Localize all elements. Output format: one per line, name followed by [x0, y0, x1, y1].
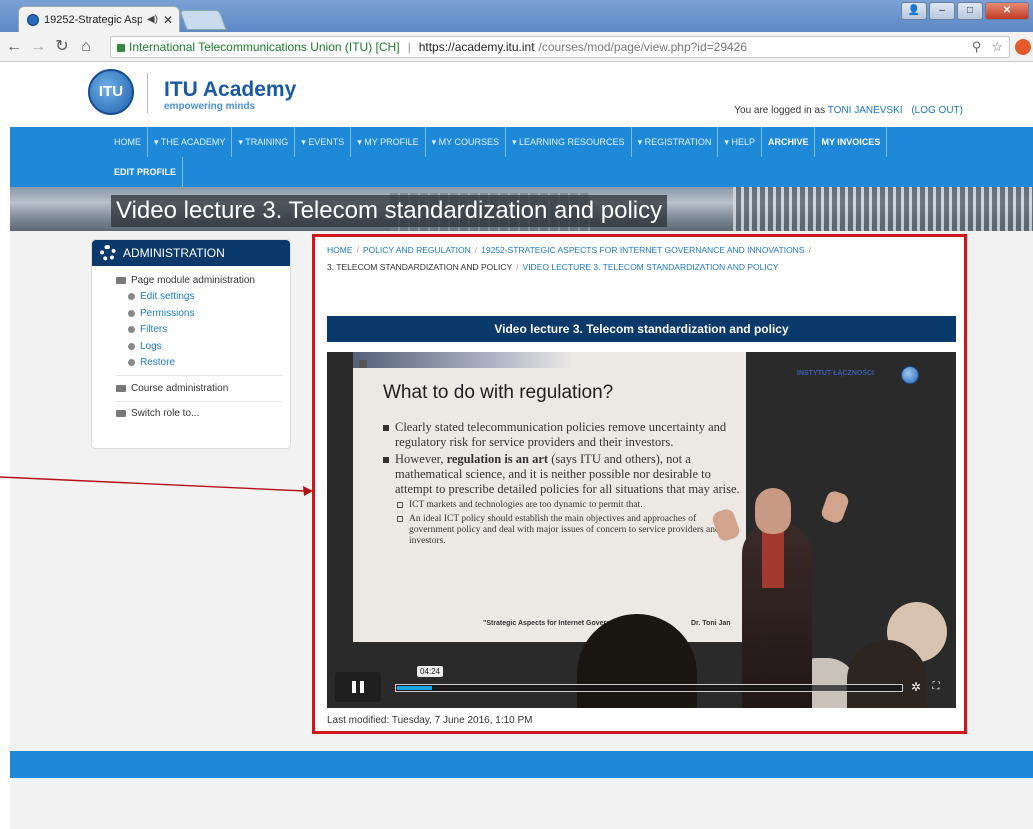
reload-icon[interactable]: ↻ [52, 37, 72, 57]
lock-icon [117, 44, 125, 52]
restore-icon [128, 359, 135, 367]
video-title: Video lecture 3. Telecom standardization… [327, 316, 956, 342]
permissions-icon [128, 309, 135, 317]
username-link[interactable]: TONI JANEVSKI [828, 105, 903, 116]
login-info: You are logged in as TONI JANEVSKI (LOG … [734, 105, 963, 116]
settings-gear-icon[interactable]: ✲ [909, 680, 923, 694]
browser-toolbar: ← → ↻ ⌂ International Telecommunications… [0, 32, 1033, 62]
admin-link-logs[interactable]: Logs [116, 338, 290, 355]
tab-title: 19252-Strategic Aspe [44, 13, 142, 26]
breadcrumb-home[interactable]: HOME [327, 245, 353, 255]
breadcrumb-course[interactable]: 19252-STRATEGIC ASPECTS FOR INTERNET GOV… [481, 245, 804, 255]
site-tagline: empowering minds [164, 101, 256, 112]
edit-settings-icon [128, 293, 135, 301]
itu-mini-logo [901, 366, 919, 384]
course-admin[interactable]: Course administration [116, 380, 290, 397]
administration-header[interactable]: ADMINISTRATION [92, 240, 290, 266]
page-module-admin[interactable]: Page module administration [116, 272, 290, 289]
breadcrumb-current: VIDEO LECTURE 3. TELECOM STANDARDIZATION… [522, 262, 779, 272]
site-header: ITU ITU Academy empowering minds You are… [0, 63, 1033, 127]
breadcrumb: HOME / POLICY AND REGULATION/19252-STRATEG… [327, 245, 811, 272]
administration-block: ADMINISTRATION Page module administratio… [91, 239, 291, 449]
itu-logo[interactable]: ITU [88, 69, 134, 115]
browser-tab[interactable]: 19252-Strategic Aspe ◀︎) ✕ [18, 6, 180, 32]
slide-heading: What to do with regulation? [383, 382, 614, 403]
new-tab-button[interactable] [179, 10, 227, 30]
folder-icon [116, 384, 126, 392]
nav-item-0[interactable]: HOME [108, 127, 148, 157]
breadcrumb-section[interactable]: 3. TELECOM STANDARDIZATION AND POLICY [327, 262, 512, 272]
fullscreen-icon[interactable]: ⛶ [929, 680, 943, 694]
browser-tabbar: 19252-Strategic Aspe ◀︎) ✕ 👤 – □ ✕ [0, 0, 1033, 32]
site-title[interactable]: ITU Academy [164, 78, 296, 102]
nav-item-1[interactable]: ▾ THE ACADEMY [148, 127, 233, 157]
back-icon[interactable]: ← [4, 37, 24, 57]
slide-footer-author: Dr. Toni Jan [691, 620, 731, 627]
nav-item-3[interactable]: ▾ EVENTS [295, 127, 352, 157]
slide-sub-1: ICT markets and technologies are too dyn… [409, 500, 643, 510]
slide-sub-2: An ideal ICT policy should establish the… [409, 514, 720, 546]
seek-bar[interactable] [395, 684, 903, 692]
minimize-button[interactable]: – [929, 2, 955, 20]
admin-link-edit-settings[interactable]: Edit settings [116, 289, 290, 306]
last-modified: Last modified: Tuesday, 7 June 2016, 1:1… [327, 715, 533, 726]
url-path: /courses/mod/page/view.php?id=29426 [538, 40, 748, 54]
user-icon[interactable]: 👤 [901, 2, 927, 20]
audio-icon[interactable]: ◀︎) [147, 14, 158, 25]
nav-item-8[interactable]: ▾ HELP [718, 127, 762, 157]
site-identity: International Telecommunications Union (… [129, 40, 400, 54]
nav-item-5[interactable]: ▾ MY COURSES [426, 127, 507, 157]
nav-item-r2-0[interactable]: EDIT PROFILE [108, 157, 184, 187]
tab-close-icon[interactable]: ✕ [163, 13, 179, 27]
admin-link-restore[interactable]: Restore [116, 355, 290, 372]
page-banner: Video lecture 3. Telecom standardization… [10, 187, 1033, 231]
itu-favicon-icon [27, 13, 39, 26]
bookmark-star-icon[interactable]: ☆ [991, 39, 1003, 55]
switch-role[interactable]: Switch role to... [116, 406, 290, 423]
seek-progress [397, 686, 432, 690]
extension-icon[interactable] [1015, 39, 1031, 55]
nav-item-6[interactable]: ▾ LEARNING RESOURCES [506, 127, 632, 157]
nav-item-9[interactable]: ARCHIVE [762, 127, 816, 157]
nav-item-10[interactable]: MY INVOICES [815, 127, 888, 157]
slide-bullet-2: However, regulation is an art (says ITU … [395, 452, 740, 496]
pause-button[interactable] [335, 672, 381, 702]
nav-row-1: HOME ▾ THE ACADEMY ▾ TRAINING ▾ EVENTS ▾ MY … [108, 127, 888, 157]
admin-link-permissions[interactable]: Permissions [116, 305, 290, 322]
main-nav: HOME ▾ THE ACADEMY ▾ TRAINING ▾ EVENTS ▾ MY … [10, 127, 1033, 187]
window-controls: 👤 – □ ✕ [901, 2, 1029, 20]
footer-bar [10, 751, 1033, 778]
main-content-highlight: HOME / POLICY AND REGULATION/19252-STRATEG… [312, 234, 967, 734]
page-title: Video lecture 3. Telecom standardization… [111, 195, 668, 227]
zoom-icon[interactable]: ⚲ [972, 39, 982, 55]
institute-logo: INSTYTUT ŁĄCZNOŚCI [797, 370, 874, 377]
footer [10, 778, 1033, 829]
administration-title: ADMINISTRATION [123, 246, 225, 260]
nav-item-7[interactable]: ▾ REGISTRATION [632, 127, 719, 157]
maximize-button[interactable]: □ [957, 2, 983, 20]
home-icon[interactable]: ⌂ [76, 37, 96, 57]
folder-icon [116, 410, 126, 418]
filters-icon [128, 326, 135, 334]
video-player[interactable]: What to do with regulation? Clearly stat… [327, 352, 956, 708]
gear-icon [100, 245, 116, 261]
login-prefix: You are logged in as [734, 105, 826, 116]
time-tooltip: 04:24 [417, 666, 444, 677]
web-page: ITU ITU Academy empowering minds You are… [0, 63, 1033, 829]
nav-row-2: EDIT PROFILE [108, 157, 184, 187]
folder-open-icon [116, 276, 126, 284]
nav-item-2[interactable]: ▾ TRAINING [232, 127, 296, 157]
video-controls: 04:24 ✲ ⛶ [335, 666, 949, 702]
address-bar[interactable]: International Telecommunications Union (… [110, 36, 1010, 58]
nav-item-4[interactable]: ▾ MY PROFILE [351, 127, 426, 157]
slide-bullet-1: Clearly stated telecommunication policie… [395, 420, 727, 449]
forward-icon[interactable]: → [28, 37, 48, 57]
logout-link[interactable]: (LOG OUT) [911, 105, 963, 116]
url-host: https://academy.itu.int [418, 40, 535, 54]
admin-link-filters[interactable]: Filters [116, 322, 290, 339]
breadcrumb-policy[interactable]: POLICY AND REGULATION [363, 245, 471, 255]
close-window-button[interactable]: ✕ [985, 2, 1029, 20]
lecture-slide: What to do with regulation? Clearly stat… [353, 352, 746, 642]
logs-icon [128, 342, 135, 350]
